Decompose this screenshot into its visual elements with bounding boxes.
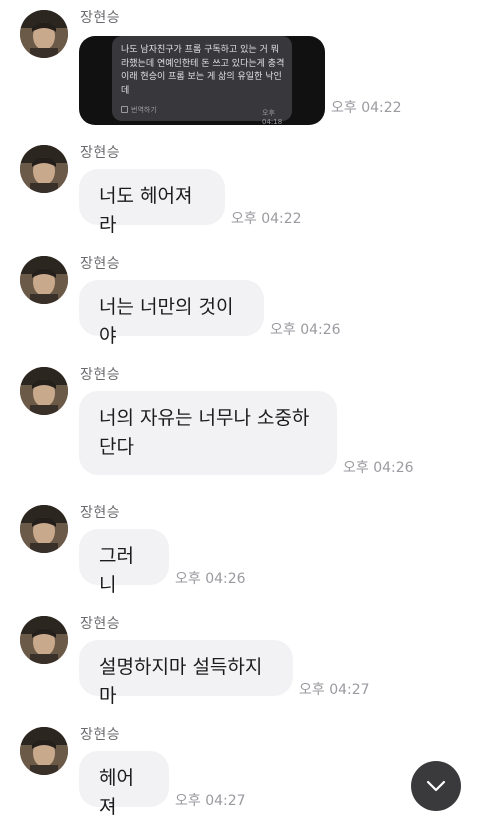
message-time: 오후 04:26 (343, 460, 414, 476)
message-time: 오후 04:27 (175, 793, 246, 809)
message-bubble[interactable]: 너는 너만의 것이야 (79, 280, 264, 347)
avatar[interactable] (20, 256, 68, 304)
message-bubble[interactable]: 너도 헤어져라 (79, 169, 225, 236)
screenshot-image[interactable]: 나도 남자친구가 프롬 구독하고 있는 거 뭐라했는데 연예인한테 돈 쓰고 있… (79, 36, 325, 125)
sender-name: 장현승 (80, 10, 121, 26)
translate-link: 번역하기 (121, 105, 157, 115)
translate-icon (121, 106, 128, 113)
avatar[interactable] (20, 145, 68, 193)
avatar[interactable] (20, 616, 68, 664)
sender-name: 장현승 (80, 256, 121, 272)
message-time: 오후 04:22 (231, 211, 302, 227)
sender-name: 장현승 (80, 145, 121, 161)
quoted-message-card: 나도 남자친구가 프롬 구독하고 있는 거 뭐라했는데 연예인한테 돈 쓰고 있… (112, 36, 292, 125)
avatar[interactable] (20, 367, 68, 415)
translate-label: 번역하기 (131, 106, 157, 114)
sender-name: 장현승 (80, 505, 121, 521)
message-time: 오후 04:26 (270, 322, 341, 338)
avatar[interactable] (20, 10, 68, 58)
message-time: 오후 04:27 (299, 682, 370, 698)
sender-name: 장현승 (80, 367, 121, 383)
sender-name: 장현승 (80, 616, 121, 632)
message-time: 오후 04:22 (331, 100, 402, 116)
message-time: 오후 04:26 (175, 571, 246, 587)
avatar[interactable] (20, 727, 68, 775)
message-bubble[interactable]: 그러니 (79, 529, 169, 596)
quoted-message-time: 오후 04:18 (262, 109, 283, 125)
scroll-to-bottom-button[interactable] (411, 761, 461, 811)
sender-name: 장현승 (80, 727, 121, 743)
avatar[interactable] (20, 505, 68, 553)
chevron-down-icon (426, 780, 446, 792)
message-bubble[interactable]: 너의 자유는 너무나 소중하단다 (79, 391, 337, 475)
message-bubble[interactable]: 헤어져 (79, 751, 169, 818)
quoted-message-text: 나도 남자친구가 프롬 구독하고 있는 거 뭐라했는데 연예인한테 돈 쓰고 있… (121, 45, 285, 96)
message-bubble[interactable]: 설명하지마 설득하지마 (79, 640, 293, 707)
